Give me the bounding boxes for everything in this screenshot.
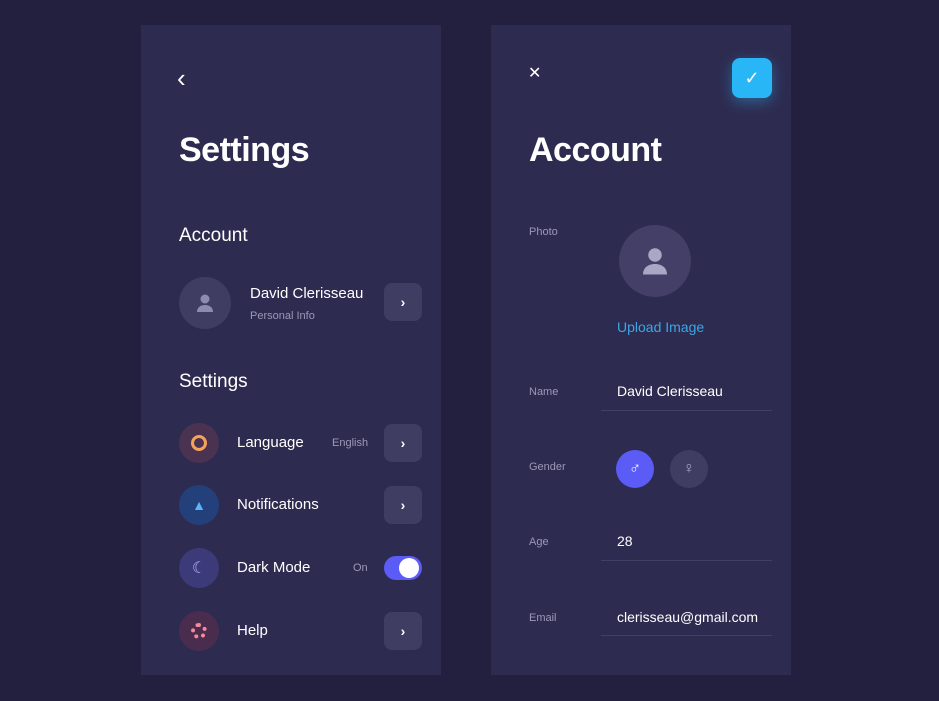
female-button[interactable]: ♀	[670, 450, 708, 488]
setting-row-dark-mode: ☾ Dark Mode On	[141, 548, 441, 588]
upload-image-link[interactable]: Upload Image	[617, 319, 704, 335]
user-subtitle: Personal Info	[250, 310, 315, 322]
language-label: Language	[237, 434, 304, 451]
setting-row-notifications[interactable]: ▲ Notifications ›	[141, 485, 441, 525]
user-icon	[197, 294, 213, 312]
notifications-label: Notifications	[237, 496, 319, 513]
page-title: Settings	[179, 131, 310, 169]
male-button[interactable]: ♂	[616, 450, 654, 488]
close-icon[interactable]: ✕	[528, 63, 541, 83]
name-field[interactable]: David Clerisseau	[617, 383, 723, 399]
divider	[601, 560, 772, 561]
photo-avatar[interactable]	[619, 225, 691, 297]
help-chevron-button[interactable]: ›	[384, 612, 422, 650]
setting-row-language[interactable]: Language English ›	[141, 423, 441, 463]
moon-icon: ☾	[179, 548, 219, 588]
avatar	[179, 277, 231, 329]
settings-heading: Settings	[179, 371, 248, 392]
gender-label: Gender	[529, 461, 566, 473]
lifebuoy-icon	[179, 611, 219, 651]
dark-mode-value: On	[353, 562, 368, 574]
age-label: Age	[529, 536, 549, 548]
account-heading: Account	[179, 225, 248, 246]
confirm-button[interactable]: ✓	[732, 58, 772, 98]
dark-mode-toggle[interactable]	[384, 556, 422, 580]
name-label: Name	[529, 386, 559, 398]
toggle-knob	[399, 558, 419, 578]
globe-icon	[179, 423, 219, 463]
dark-mode-label: Dark Mode	[237, 559, 311, 576]
email-label: Email	[529, 612, 557, 624]
setting-row-help[interactable]: Help ›	[141, 611, 441, 651]
language-chevron-button[interactable]: ›	[384, 424, 422, 462]
page-title: Account	[529, 131, 662, 169]
user-icon	[643, 248, 667, 275]
email-field[interactable]: clerisseau@gmail.com	[617, 609, 758, 625]
bell-icon: ▲	[179, 485, 219, 525]
settings-screen: ‹ Settings Account David Clerisseau Pers…	[141, 25, 441, 675]
notifications-chevron-button[interactable]: ›	[384, 486, 422, 524]
photo-label: Photo	[529, 226, 558, 238]
divider	[601, 410, 772, 411]
user-name: David Clerisseau	[250, 285, 364, 302]
back-icon[interactable]: ‹	[177, 63, 186, 94]
language-value: English	[332, 437, 369, 449]
divider	[601, 635, 772, 636]
account-chevron-button[interactable]: ›	[384, 283, 422, 321]
account-screen: ✕ ✓ Account Photo Upload Image Name Davi…	[491, 25, 791, 675]
help-label: Help	[237, 622, 268, 639]
age-field[interactable]: 28	[617, 533, 633, 549]
